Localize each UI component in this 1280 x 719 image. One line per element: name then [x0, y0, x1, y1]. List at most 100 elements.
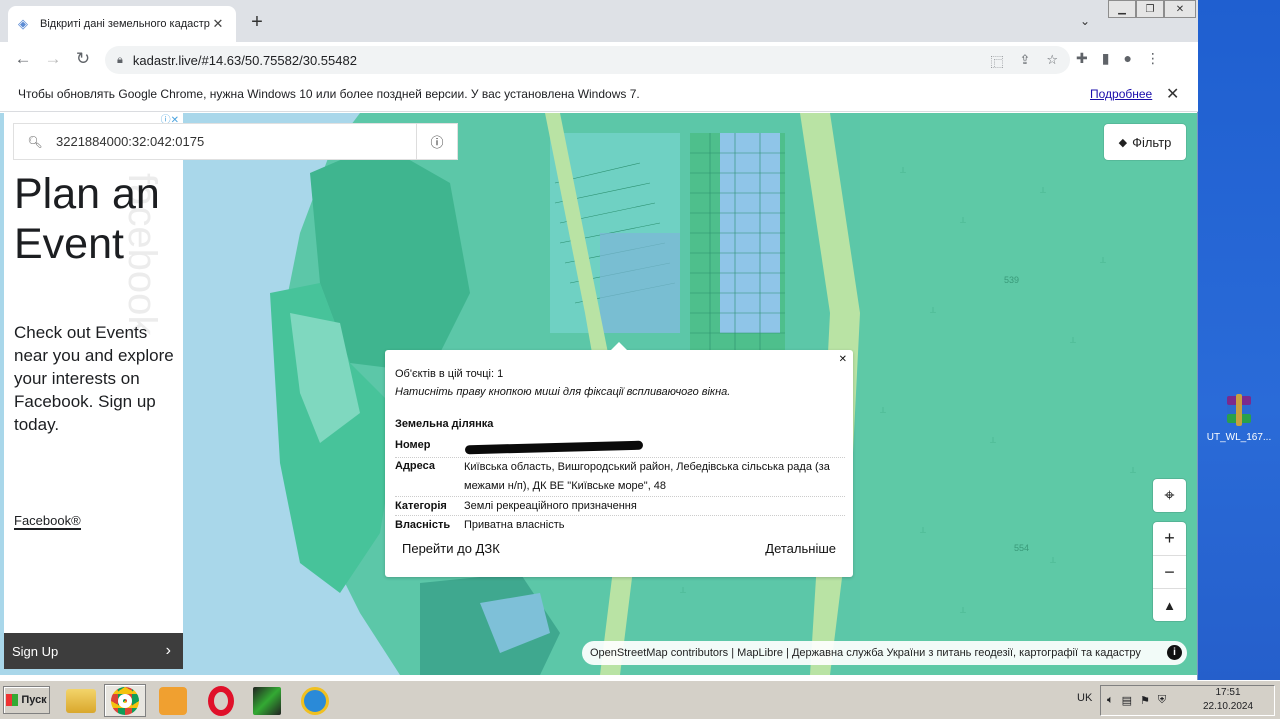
- category-value: Землі рекреаційного призначення: [464, 500, 637, 512]
- zoom-in-button[interactable]: +: [1153, 522, 1186, 555]
- attribution-info-icon[interactable]: i: [1167, 645, 1182, 660]
- zoom-controls: + − ▲: [1153, 522, 1186, 621]
- lock-icon[interactable]: 🔒︎: [117, 54, 123, 67]
- popup-objects-count: Об'єктів в цій точці: 1: [395, 368, 504, 380]
- map-label-539: 539: [1004, 275, 1020, 285]
- share-icon[interactable]: ⇪: [1019, 52, 1030, 71]
- menu-icon[interactable]: ⋮: [1146, 50, 1160, 67]
- zoom-out-button[interactable]: −: [1153, 555, 1186, 588]
- search-input[interactable]: 3221884000:32:042:0175: [56, 134, 416, 149]
- volume-icon[interactable]: 🔈︎: [1107, 694, 1114, 707]
- minimize-button[interactable]: ▁: [1108, 0, 1136, 18]
- back-icon[interactable]: ←: [8, 49, 38, 69]
- svg-text:⟂: ⟂: [1050, 556, 1056, 566]
- popup-row-address: Адреса Київська область, Вишгородський р…: [395, 458, 845, 497]
- taskbar-ie[interactable]: [294, 684, 336, 717]
- folder-icon: [66, 688, 96, 713]
- info-icon[interactable]: ⓘ: [417, 132, 457, 151]
- extensions-icon[interactable]: ✚: [1076, 50, 1088, 67]
- ad-body: Check out Events near you and explore yo…: [14, 323, 174, 434]
- compass-button[interactable]: ▲: [1153, 588, 1186, 621]
- bookmark-star-icon[interactable]: ☆: [1046, 52, 1058, 71]
- ad-signup-label: Sign Up: [12, 643, 59, 659]
- parcel-popup: ✕ Об'єктів в цій точці: 1 Натисніть прав…: [385, 342, 853, 577]
- infobar-text: Чтобы обновлять Google Chrome, нужна Win…: [18, 86, 640, 101]
- ad-signup-button[interactable]: Sign Up ›: [4, 633, 183, 669]
- clock-date: 22.10.2024: [1202, 701, 1254, 712]
- svg-text:⟂: ⟂: [680, 586, 686, 596]
- security-icon[interactable]: ⛨: [1158, 694, 1166, 707]
- infobar-close-icon[interactable]: ✕: [1166, 84, 1179, 104]
- popup-close-icon[interactable]: ✕: [839, 354, 847, 365]
- chevron-right-icon: ›: [165, 642, 171, 659]
- popup-section-title: Земельна ділянка: [395, 418, 494, 430]
- browser-toolbar: ← → ↻ 🔒︎ kadastr.live/#14.63/50.75582/30…: [0, 42, 1198, 76]
- flag-icon[interactable]: ⚑: [1140, 694, 1150, 707]
- clock[interactable]: 17:51 22.10.2024: [1198, 686, 1258, 714]
- address-label: Адреса: [395, 460, 435, 472]
- update-infobar: Чтобы обновлять Google Chrome, нужна Win…: [0, 76, 1198, 112]
- profile-icon[interactable]: ●: [1123, 50, 1131, 67]
- start-label: Пуск: [21, 694, 47, 706]
- filter-label: Фільтр: [1132, 134, 1172, 150]
- tab-kadastr[interactable]: ◈ Відкриті дані земельного кадастру ✕: [8, 6, 236, 42]
- internet-explorer-icon: [301, 686, 329, 715]
- media-player-icon: [159, 686, 187, 715]
- layers-icon: ◆: [1118, 136, 1128, 149]
- geolocate-icon[interactable]: ⌖: [1153, 479, 1186, 512]
- address-bar[interactable]: 🔒︎ kadastr.live/#14.63/50.75582/30.55482…: [105, 46, 1070, 74]
- map-favicon-icon: ◈: [18, 16, 28, 31]
- popup-row-number: Номер: [395, 439, 845, 458]
- svg-text:⟂: ⟂: [990, 436, 996, 446]
- forward-icon[interactable]: →: [38, 49, 68, 69]
- svg-text:⟂: ⟂: [960, 216, 966, 226]
- popup-row-ownership: Власність Приватна власність: [395, 516, 845, 535]
- side-panel-icon[interactable]: ▮: [1102, 50, 1110, 67]
- start-button[interactable]: Пуск: [3, 686, 50, 714]
- svg-text:⟂: ⟂: [960, 606, 966, 616]
- tab-close-icon[interactable]: ✕: [210, 16, 226, 32]
- maximize-button[interactable]: ❐: [1136, 0, 1164, 18]
- svg-text:⟂: ⟂: [1130, 466, 1136, 476]
- svg-text:⟂: ⟂: [1100, 256, 1106, 266]
- popup-row-category: Категорія Землі рекреаційного призначенн…: [395, 497, 845, 516]
- taskbar-explorer[interactable]: [60, 684, 102, 717]
- taskbar-app-green[interactable]: [246, 684, 288, 717]
- popup-tip: [611, 342, 627, 350]
- ad-brand-link[interactable]: Facebook®: [14, 513, 81, 530]
- popup-hint: Натисніть праву кнопкою миші для фіксаці…: [395, 386, 731, 398]
- new-tab-button[interactable]: +: [246, 12, 268, 32]
- desktop-background: [1198, 0, 1280, 680]
- translate-icon[interactable]: ⿸: [990, 52, 1003, 71]
- details-button[interactable]: Детальніше: [765, 541, 836, 556]
- ownership-value: Приватна власність: [464, 519, 565, 531]
- browser-window: ◈ Відкриті дані земельного кадастру ✕ + …: [0, 0, 1198, 680]
- svg-text:⟂: ⟂: [920, 526, 926, 536]
- tab-search-icon[interactable]: ⌄: [1080, 14, 1090, 28]
- network-icon[interactable]: ▤: [1122, 694, 1132, 707]
- reload-icon[interactable]: ↻: [68, 49, 98, 69]
- ownership-label: Власність: [395, 519, 451, 531]
- redacted-number: [464, 440, 644, 455]
- tab-title: Відкриті дані земельного кадастру: [40, 18, 210, 30]
- language-indicator[interactable]: UK: [1077, 692, 1092, 704]
- cadastral-search-box: 🔍︎ 3221884000:32:042:0175 ⓘ: [13, 123, 458, 160]
- map-attribution: OpenStreetMap contributors | MapLibre | …: [582, 641, 1187, 665]
- close-window-button[interactable]: ✕: [1164, 0, 1196, 18]
- category-label: Категорія: [395, 500, 447, 512]
- taskbar-opera[interactable]: [200, 684, 242, 717]
- svg-text:⟂: ⟂: [1070, 336, 1076, 346]
- svg-text:⟂: ⟂: [880, 406, 886, 416]
- desktop-icon-archive[interactable]: UT_WL_167...: [1200, 392, 1278, 443]
- facebook-ad-panel[interactable]: ⓘ✕ facebook Plan an Event Check out Even…: [4, 113, 183, 669]
- taskbar-media[interactable]: [152, 684, 194, 717]
- number-label: Номер: [395, 439, 431, 451]
- page-content: ⟂⟂⟂ ⟂⟂⟂ ⟂⟂⟂ ⟂⟂⟂ ⟂⟂⟂ 539 554 ⓘ✕ facebook …: [0, 113, 1197, 675]
- filter-button[interactable]: ◆ Фільтр: [1104, 124, 1186, 160]
- winrar-icon: [1221, 392, 1257, 428]
- address-value: Київська область, Вишгородський район, Л…: [464, 461, 830, 492]
- map-label-554: 554: [1014, 543, 1030, 553]
- goto-dzk-button[interactable]: Перейти до ДЗК: [402, 541, 500, 556]
- infobar-more-link[interactable]: Подробнее: [1090, 87, 1152, 101]
- taskbar-chrome[interactable]: [104, 684, 146, 717]
